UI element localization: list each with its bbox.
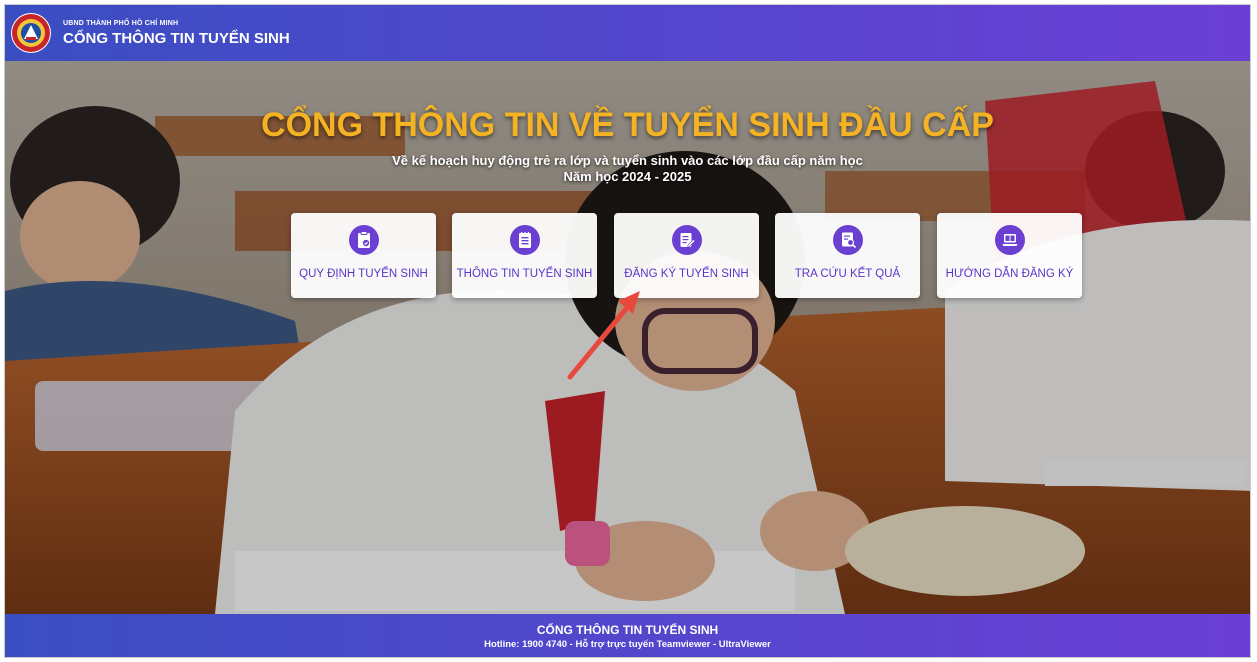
- city-emblem-icon[interactable]: [11, 13, 51, 53]
- brand-subtitle: UBND THÀNH PHỐ HỒ CHÍ MINH: [63, 19, 179, 27]
- site-header: UBND THÀNH PHỐ HỒ CHÍ MINH CỔNG THÔNG TI…: [5, 5, 1250, 61]
- annotation-arrow-icon: [567, 291, 640, 380]
- hero-banner: CỔNG THÔNG TIN VỀ TUYỂN SINH ĐẦU CẤP Về …: [5, 61, 1250, 614]
- brand-title[interactable]: CỔNG THÔNG TIN TUYỂN SINH: [63, 30, 290, 47]
- footer-hotline: Hotline: 1900 4740 - Hỗ trợ trực tuyến T…: [484, 639, 771, 650]
- browser-frame: UBND THÀNH PHỐ HỒ CHÍ MINH CỔNG THÔNG TI…: [4, 4, 1251, 658]
- brand-block: UBND THÀNH PHỐ HỒ CHÍ MINH CỔNG THÔNG TI…: [63, 20, 290, 47]
- site-footer: CỔNG THÔNG TIN TUYỂN SINH Hotline: 1900 …: [5, 614, 1250, 657]
- footer-title: CỔNG THÔNG TIN TUYỂN SINH: [536, 623, 719, 637]
